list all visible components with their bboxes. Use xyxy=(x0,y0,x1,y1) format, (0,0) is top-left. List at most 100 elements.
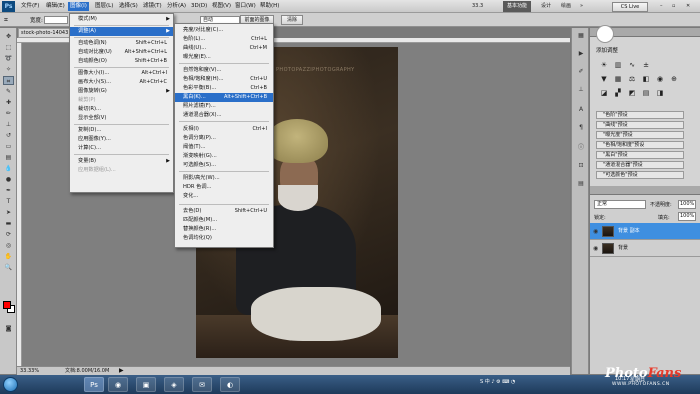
black-white-icon[interactable]: ◧ xyxy=(641,74,651,84)
info-panel-icon[interactable]: ⓘ xyxy=(576,144,586,152)
restore-icon[interactable]: ▫ xyxy=(672,1,675,12)
clone-stamp-tool-icon[interactable]: ⊥ xyxy=(3,120,14,129)
adjust-brightness-contrast[interactable]: 亮度/对比度(C)... xyxy=(175,26,273,35)
preset-channel-mixer[interactable]: "通道混合器"预设 xyxy=(596,161,684,169)
history-brush-tool-icon[interactable]: ↺ xyxy=(3,131,14,140)
history-panel-icon[interactable]: ▦ xyxy=(576,32,586,40)
channel-mixer-icon[interactable]: ⊕ xyxy=(669,74,679,84)
color-balance-icon[interactable]: ⚖ xyxy=(627,74,637,84)
adjust-variations[interactable]: 变化... xyxy=(175,192,273,201)
preset-levels[interactable]: "色阶"预设 xyxy=(596,111,684,119)
actions-panel-icon[interactable]: ▶ xyxy=(576,50,586,58)
zoom-readout[interactable]: 33.3 xyxy=(472,1,483,12)
width-field[interactable] xyxy=(44,16,68,24)
menu-file[interactable]: 文件(F) xyxy=(19,2,41,11)
adjust-posterize[interactable]: 色调分离(P)... xyxy=(175,134,273,143)
media-player-taskbar-icon[interactable]: ◉ xyxy=(108,377,128,392)
preset-black-white[interactable]: "黑白"预设 xyxy=(596,151,684,159)
menu-layer[interactable]: 图层(L) xyxy=(93,2,115,11)
adjust-vibrance[interactable]: 自然饱和度(V)... xyxy=(175,66,273,75)
adjust-gradient-map[interactable]: 渐变映射(G)... xyxy=(175,152,273,161)
preset-curves[interactable]: "曲线"预设 xyxy=(596,121,684,129)
adjust-desaturate[interactable]: 去色(D) Shift+Ctrl+U xyxy=(175,207,273,216)
invert-icon[interactable]: ◪ xyxy=(599,88,609,98)
eraser-tool-icon[interactable]: ▭ xyxy=(3,142,14,151)
adjust-equalize[interactable]: 色调均化(Q) xyxy=(175,234,273,243)
swatches-panel-icon[interactable]: ▤ xyxy=(576,180,586,188)
preset-selective-color[interactable]: "可选颜色"预设 xyxy=(596,171,684,179)
paragraph-panel-icon[interactable]: ¶ xyxy=(576,124,586,132)
threshold-icon[interactable]: ◩ xyxy=(627,88,637,98)
hand-tool-icon[interactable]: ✋ xyxy=(3,252,14,261)
menu-edit[interactable]: 编辑(E) xyxy=(44,2,67,11)
wechat-taskbar-icon[interactable]: ✉ xyxy=(192,377,212,392)
blend-mode-select[interactable]: 正常 xyxy=(594,200,646,209)
image-menu-auto-tone[interactable]: 自动色调(N) Shift+Ctrl+L xyxy=(70,39,173,48)
menu-analysis[interactable]: 分析(A) xyxy=(165,2,188,11)
blur-tool-icon[interactable]: 💧 xyxy=(3,164,14,173)
vibrance-icon[interactable]: ▼ xyxy=(599,74,609,84)
image-menu-calculations[interactable]: 计算(C)... xyxy=(70,144,173,153)
visibility-eye-icon[interactable]: ◉ xyxy=(593,223,598,240)
adjust-invert[interactable]: 反相(I) Ctrl+I xyxy=(175,125,273,134)
photo-filter-icon[interactable]: ◉ xyxy=(655,74,665,84)
menu-select[interactable]: 选择(S) xyxy=(117,2,140,11)
adjust-color-balance[interactable]: 色彩平衡(B)... Ctrl+B xyxy=(175,84,273,93)
adjust-threshold[interactable]: 阈值(T)... xyxy=(175,143,273,152)
zoom-status[interactable]: 33.33% xyxy=(20,367,39,375)
image-menu-mode[interactable]: 模式(M) ▶ xyxy=(70,15,173,24)
adjust-exposure[interactable]: 曝光度(E)... xyxy=(175,53,273,62)
workspace-painting[interactable]: 绘画 xyxy=(561,1,571,12)
healing-brush-tool-icon[interactable]: ✚ xyxy=(3,98,14,107)
adjust-match-color[interactable]: 匹配颜色(M)... xyxy=(175,216,273,225)
image-menu-reveal-all[interactable]: 显示全部(V) xyxy=(70,114,173,123)
preset-hue-saturation[interactable]: "色相/饱和度"预设 xyxy=(596,141,684,149)
path-selection-tool-icon[interactable]: ➤ xyxy=(3,208,14,217)
menu-3d[interactable]: 3D(D) xyxy=(189,2,209,11)
adjust-levels[interactable]: 色阶(L)... Ctrl+L xyxy=(175,35,273,44)
brush-panel-icon[interactable]: ✐ xyxy=(576,68,586,76)
tray-icons[interactable]: S 中 ♪ ⚙ ⌨ ◔ xyxy=(480,378,515,385)
selective-color-icon[interactable]: ◨ xyxy=(655,88,665,98)
preset-exposure[interactable]: "曝光度"预设 xyxy=(596,131,684,139)
explorer-taskbar-icon[interactable]: ▣ xyxy=(136,377,156,392)
gradient-map-icon[interactable]: ▤ xyxy=(641,88,651,98)
app-taskbar-icon[interactable]: ◈ xyxy=(164,377,184,392)
menu-image[interactable]: 图像(I) xyxy=(68,2,89,11)
menu-help[interactable]: 帮助(H) xyxy=(258,2,281,11)
photoshop-taskbar-button[interactable]: Ps xyxy=(84,377,104,392)
menu-filter[interactable]: 滤镜(T) xyxy=(141,2,164,11)
status-arrow-icon[interactable]: ▶ xyxy=(119,367,124,375)
clear-button[interactable]: 清除 xyxy=(281,15,303,25)
foreground-color-swatch[interactable] xyxy=(3,301,11,309)
app2-taskbar-icon[interactable]: ◐ xyxy=(220,377,240,392)
image-menu-duplicate[interactable]: 复制(D)... xyxy=(70,126,173,135)
document-tab[interactable]: stock-photo-14043 xyxy=(18,28,70,38)
workspace-more-icon[interactable]: » xyxy=(580,1,583,12)
start-button-icon[interactable] xyxy=(3,377,18,392)
adjust-selective-color[interactable]: 可选颜色(S)... xyxy=(175,161,273,170)
character-panel-icon[interactable]: A xyxy=(576,106,586,114)
image-menu-trim[interactable]: 裁切(R)... xyxy=(70,105,173,114)
pen-tool-icon[interactable]: ✒ xyxy=(3,186,14,195)
levels-icon[interactable]: ▥ xyxy=(613,60,623,70)
workspace-essentials[interactable]: 基本功能 xyxy=(503,1,532,12)
navigator-panel-icon[interactable]: ⊡ xyxy=(576,162,586,170)
magic-wand-tool-icon[interactable]: ✧ xyxy=(3,65,14,74)
image-menu-apply-image[interactable]: 应用图像(Y)... xyxy=(70,135,173,144)
dodge-tool-icon[interactable]: ● xyxy=(3,175,14,184)
zoom-tool-icon[interactable]: 🔍 xyxy=(3,263,14,272)
3d-rotate-tool-icon[interactable]: ⟳ xyxy=(3,230,14,239)
layer-row-background-copy[interactable]: ◉ 背景 副本 xyxy=(590,223,700,240)
eyedropper-tool-icon[interactable]: ✎ xyxy=(3,87,14,96)
gradient-tool-icon[interactable]: ▤ xyxy=(3,153,14,162)
brush-tool-icon[interactable]: ✏ xyxy=(3,109,14,118)
menu-window[interactable]: 窗口(W) xyxy=(233,2,258,11)
posterize-icon[interactable]: ▞ xyxy=(613,88,623,98)
image-menu-auto-color[interactable]: 自动颜色(O) Shift+Ctrl+B xyxy=(70,57,173,66)
adjust-channel-mixer[interactable]: 通道混合器(X)... xyxy=(175,111,273,120)
adjust-replace-color[interactable]: 替换颜色(R)... xyxy=(175,225,273,234)
image-menu-image-size[interactable]: 图像大小(I)... Alt+Ctrl+I xyxy=(70,69,173,78)
clone-source-panel-icon[interactable]: ⊥ xyxy=(576,86,586,94)
layer-row-background[interactable]: ◉ 背景 xyxy=(590,240,700,257)
